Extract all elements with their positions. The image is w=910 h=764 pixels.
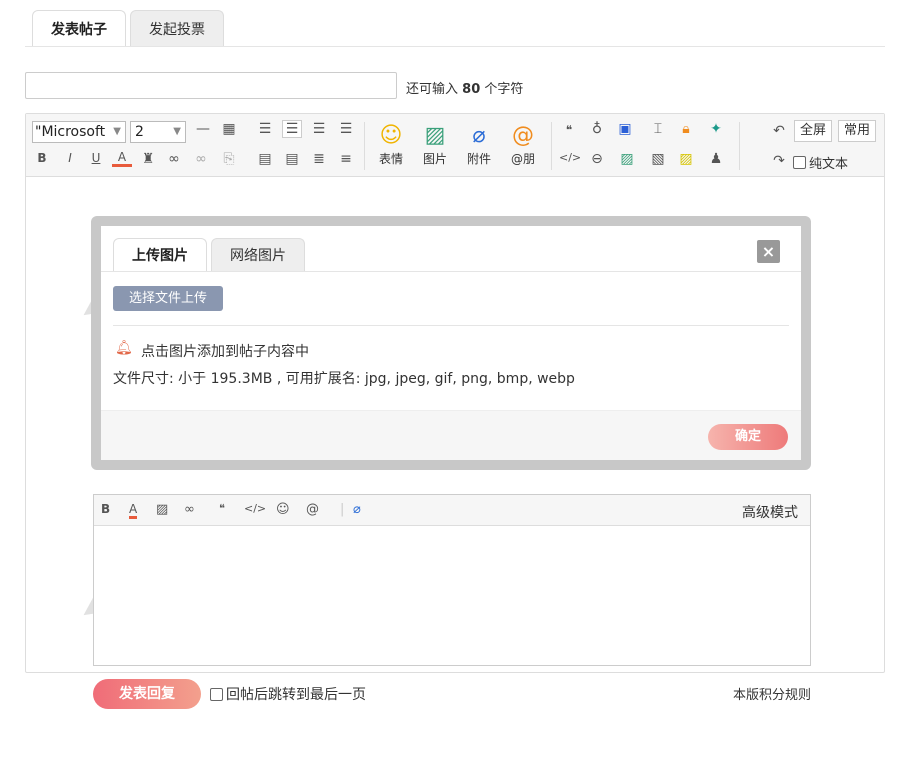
dialog-divider [113,325,789,326]
dialog-footer: 确定 [101,410,801,460]
fullscreen-button[interactable]: 全屏 [794,120,833,142]
advanced-mode-link[interactable]: 高级模式 [742,502,798,522]
quote-icon[interactable]: ❝ [219,502,225,515]
tabs-divider [25,46,885,47]
pagebreak-icon[interactable]: ⌶ [648,121,668,137]
common-button[interactable]: 常用 [838,120,877,142]
choose-file-button[interactable]: 选择文件上传 [113,286,224,311]
italic-icon[interactable]: I [60,151,80,165]
underline-icon[interactable]: U [86,151,106,165]
toolbar-separator [364,122,365,170]
font-color-icon[interactable]: A [112,150,132,167]
plaintext-toggle[interactable]: 纯文本 [793,153,848,172]
highlight-icon[interactable]: ▨ [676,151,696,167]
align-right-icon[interactable]: ☰ [255,121,275,137]
redo-icon[interactable]: ↷ [769,153,789,169]
image-button[interactable]: ▨ 图片 [415,122,455,167]
float-right-icon[interactable]: ▤ [282,151,302,167]
link-icon[interactable]: ∞ [164,151,184,167]
unlink-icon[interactable]: ∞ [191,151,211,167]
toolbar-separator: | [340,502,345,517]
smile-icon[interactable]: ☺ [276,502,290,517]
tab-new-post[interactable]: 发表帖子 [32,10,126,47]
image-add-icon[interactable]: ▨ [617,151,637,167]
title-char-hint: 还可输入 80 个字符 [406,82,524,97]
code-icon[interactable]: </> [244,502,266,515]
magic-icon[interactable]: ✦ [706,121,726,137]
plaintext-checkbox[interactable] [793,156,806,169]
template-icon[interactable]: ▧ [648,151,668,167]
code-icon[interactable]: </> [559,151,581,164]
toolbar-separator [739,122,740,170]
credit-rules-link[interactable]: 本版积分规则 [733,684,811,703]
bold-icon[interactable]: B [32,151,52,165]
paperclip-icon[interactable]: ⌀ [353,502,361,517]
at-icon: @ [512,123,534,148]
quick-reply-toolbar: B A ▨ ∞ ❝ </> ☺ @ | ⌀ 高级模式 [94,495,810,526]
at-friend-button[interactable]: @ @朋 [503,122,543,167]
attachment-button[interactable]: ⌀ 附件 [459,122,499,167]
align-justify-icon[interactable]: ☰ [336,121,356,137]
format-brush-icon[interactable]: ♜ [138,151,158,167]
bold-icon[interactable]: B [101,502,110,516]
bell-icon: 🔔︎ [115,340,133,356]
tab-web-image[interactable]: 网络图片 [211,238,305,271]
float-left-icon[interactable]: ▤ [255,151,275,167]
qq-icon[interactable]: ♟ [706,151,726,167]
image-icon[interactable]: ▨ [156,502,168,517]
image-dialog-tabs: 上传图片 网络图片 [113,238,309,271]
post-tabs: 发表帖子 发起投票 [32,10,228,47]
link-icon[interactable]: ∞ [184,502,195,517]
font-select[interactable]: "Microsoft ▼ [32,121,126,143]
table-icon[interactable]: ▦ [219,121,239,137]
upload-tip: 点击图片添加到帖子内容中 [141,344,309,360]
paste-icon[interactable]: ⎘ [219,151,239,167]
tab-new-poll[interactable]: 发起投票 [130,10,224,46]
unordered-list-icon[interactable]: ≡ [336,151,356,167]
dialog-tabs-divider [101,271,801,272]
quick-reply-editor: B A ▨ ∞ ❝ </> ☺ @ | ⌀ 高级模式 [93,494,811,666]
toolbar-separator [551,122,552,170]
word-icon[interactable]: ▣ [615,121,635,137]
confirm-button[interactable]: 确定 [708,424,788,450]
image-dialog-frame: 上传图片 网络图片 × 选择文件上传 🔔︎ 点击图片添加到帖子内容中 文件尺寸:… [91,216,811,470]
paperclip-icon: ⌀ [472,123,486,148]
close-button[interactable]: × [757,240,780,263]
jump-last-page-checkbox[interactable] [210,687,223,701]
align-left-icon[interactable]: ☰ [282,120,302,138]
align-center-icon[interactable]: ☰ [309,121,329,137]
title-input[interactable] [25,72,397,99]
file-size-info: 文件尺寸: 小于 195.3MB , 可用扩展名: jpg, jpeg, gif… [113,371,575,387]
submit-reply-button[interactable]: 发表回复 [93,679,201,709]
at-icon[interactable]: @ [306,502,319,517]
undo-icon[interactable]: ↶ [769,123,789,139]
smile-icon: ☺ [379,123,403,148]
hr-icon[interactable]: — [193,121,213,137]
jump-last-page-option[interactable]: 回帖后跳转到最后一页 [210,684,366,704]
image-dialog: 上传图片 网络图片 × 选择文件上传 🔔︎ 点击图片添加到帖子内容中 文件尺寸:… [101,226,801,460]
money-bag-icon[interactable]: ♁ [587,121,607,137]
ordered-list-icon[interactable]: ≣ [309,151,329,167]
editor-toolbar: "Microsoft ▼ 2 ▼ — ▦ ☰ ☰ ☰ ☰ B I U A ♜ ∞ ∞… [26,114,884,177]
font-size-select[interactable]: 2 ▼ [130,121,186,143]
tab-upload-image[interactable]: 上传图片 [113,238,207,271]
emoji-button[interactable]: ☺ 表情 [371,122,411,167]
lock-icon[interactable]: 🔒︎ [676,121,696,137]
image-icon: ▨ [424,123,446,148]
hide-lock-icon[interactable]: ⊖ [587,151,607,167]
font-color-icon[interactable]: A [129,502,138,519]
quote-icon[interactable]: ❝ [559,123,579,137]
